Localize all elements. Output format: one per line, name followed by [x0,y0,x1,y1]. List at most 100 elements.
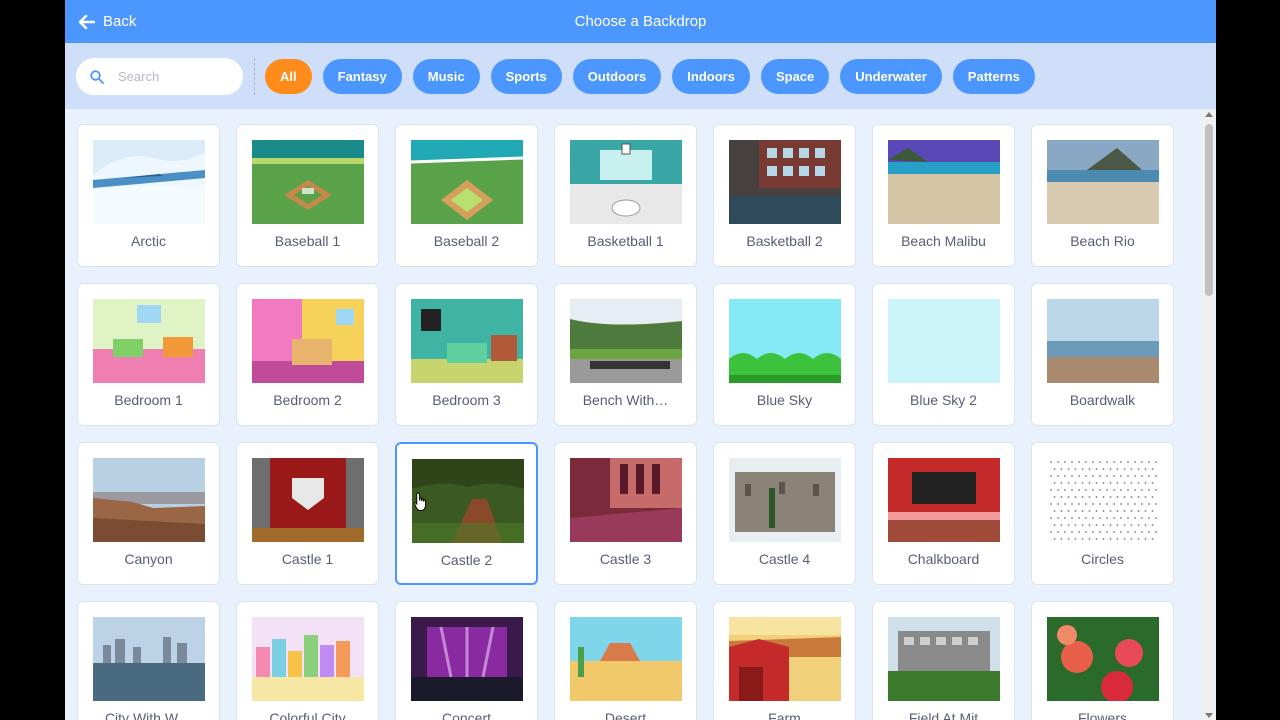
backdrop-thumbnail [252,617,364,701]
scroll-up-icon[interactable] [1205,112,1213,117]
backdrop-library: Back Choose a Backdrop All Fantasy Music Sp… [65,0,1216,720]
backdrop-label: Bedroom 2 [273,392,342,408]
scroll-thumb[interactable] [1205,124,1213,296]
backdrop-card-castle4[interactable]: Castle 4 [713,442,856,585]
backdrop-card-beachmalibu[interactable]: Beach Malibu [872,124,1015,267]
backdrop-card-castle3[interactable]: Castle 3 [554,442,697,585]
backdrop-thumbnail [570,617,682,701]
library-header: Back Choose a Backdrop [65,0,1216,43]
backdrop-card-circles[interactable]: Circles [1031,442,1174,585]
tag-list: All Fantasy Music Sports Outdoors Indoors Spac… [265,59,1035,94]
backdrop-card-castle1[interactable]: Castle 1 [236,442,379,585]
backdrop-label: Canyon [124,551,173,567]
backdrop-card-flowers[interactable]: Flowers [1031,601,1174,720]
tag-indoors[interactable]: Indoors [672,59,750,94]
backdrop-thumbnail [729,458,841,542]
filter-bar: All Fantasy Music Sports Outdoors Indoors Spac… [65,43,1216,109]
backdrop-label: Chalkboard [907,551,980,567]
backdrop-grid: Arctic Baseball 1 Baseball 2 Basketball 1 Ba… [77,124,1182,720]
backdrop-label: Castle 2 [440,552,493,568]
backdrop-card-boardwalk[interactable]: Boardwalk [1031,283,1174,426]
backdrop-label: Castle 4 [758,551,811,567]
backdrop-thumbnail [1047,140,1159,224]
tag-music[interactable]: Music [412,59,480,94]
backdrop-thumbnail [729,140,841,224]
backdrop-card-bedroom2[interactable]: Bedroom 2 [236,283,379,426]
backdrop-thumbnail [252,458,364,542]
backdrop-label: Flowers [1077,710,1127,720]
backdrop-card-bluesky2[interactable]: Blue Sky 2 [872,283,1015,426]
backdrop-label: Farm [768,710,801,720]
backdrop-thumbnail [252,140,364,224]
backdrop-thumbnail [93,140,205,224]
backdrop-card-citywater[interactable]: City With W… [77,601,220,720]
backdrop-thumbnail [570,458,682,542]
backdrop-card-basketball1[interactable]: Basketball 1 [554,124,697,267]
backdrop-label: Beach Rio [1070,233,1135,249]
search-icon [90,69,104,84]
backdrop-label: Basketball 2 [746,233,823,249]
backdrop-label: Baseball 1 [274,233,341,249]
tag-fantasy[interactable]: Fantasy [322,59,402,94]
backdrop-card-bluesky[interactable]: Blue Sky [713,283,856,426]
backdrop-label: Castle 1 [281,551,334,567]
backdrop-card-basketball2[interactable]: Basketball 2 [713,124,856,267]
backdrop-thumbnail [1047,617,1159,701]
backdrop-label: Blue Sky 2 [910,392,977,408]
backdrop-label: Field At Mit [908,710,979,720]
backdrop-label: Basketball 1 [587,233,664,249]
search-box[interactable] [76,58,243,95]
backdrop-label: Desert [604,710,647,720]
backdrop-card-castle2[interactable]: Castle 2 [395,442,538,585]
backdrop-card-bench[interactable]: Bench With… [554,283,697,426]
backdrop-thumbnail [729,299,841,383]
backdrop-label: Bedroom 1 [114,392,183,408]
backdrop-card-chalkboard[interactable]: Chalkboard [872,442,1015,585]
backdrop-label: Concert [441,710,492,720]
backdrop-card-canyon[interactable]: Canyon [77,442,220,585]
backdrop-thumbnail [412,459,524,543]
backdrop-thumbnail [888,617,1000,701]
backdrop-card-farm[interactable]: Farm [713,601,856,720]
backdrop-thumbnail [888,299,1000,383]
backdrop-thumbnail [888,458,1000,542]
backdrop-thumbnail [411,140,523,224]
tag-patterns[interactable]: Patterns [952,59,1035,94]
backdrop-label: Circles [1081,551,1124,567]
page-title: Choose a Backdrop [574,13,707,30]
backdrop-label: Bench With… [582,392,669,408]
backdrop-label: Beach Malibu [901,233,986,249]
backdrop-label: City With W… [104,710,193,720]
backdrop-thumbnail [570,140,682,224]
backdrop-card-bedroom3[interactable]: Bedroom 3 [395,283,538,426]
tag-outdoors[interactable]: Outdoors [572,59,662,94]
backdrop-card-arctic[interactable]: Arctic [77,124,220,267]
backdrop-thumbnail [888,140,1000,224]
backdrop-card-baseball1[interactable]: Baseball 1 [236,124,379,267]
backdrop-thumbnail [93,299,205,383]
backdrop-card-baseball2[interactable]: Baseball 2 [395,124,538,267]
scrollbar[interactable] [1202,110,1216,720]
tag-space[interactable]: Space [760,59,830,94]
search-input[interactable] [118,69,218,84]
backdrop-card-beachrio[interactable]: Beach Rio [1031,124,1174,267]
backdrop-thumbnail [570,299,682,383]
backdrop-label: Bedroom 3 [432,392,501,408]
tag-sports[interactable]: Sports [490,59,562,94]
backdrop-card-desert[interactable]: Desert [554,601,697,720]
backdrop-label: Baseball 2 [433,233,500,249]
tag-all[interactable]: All [265,59,312,94]
scroll-down-icon[interactable] [1205,713,1213,718]
backdrop-thumbnail [729,617,841,701]
tag-underwater[interactable]: Underwater [840,59,942,94]
backdrop-label: Boardwalk [1069,392,1136,408]
backdrop-thumbnail [93,617,205,701]
backdrop-card-fieldmit[interactable]: Field At Mit [872,601,1015,720]
backdrop-thumbnail [411,617,523,701]
backdrop-card-concert[interactable]: Concert [395,601,538,720]
backdrop-thumbnail [411,299,523,383]
backdrop-card-colorfulcity[interactable]: Colorful City [236,601,379,720]
backdrop-thumbnail [1047,299,1159,383]
backdrop-card-bedroom1[interactable]: Bedroom 1 [77,283,220,426]
backdrop-thumbnail [93,458,205,542]
